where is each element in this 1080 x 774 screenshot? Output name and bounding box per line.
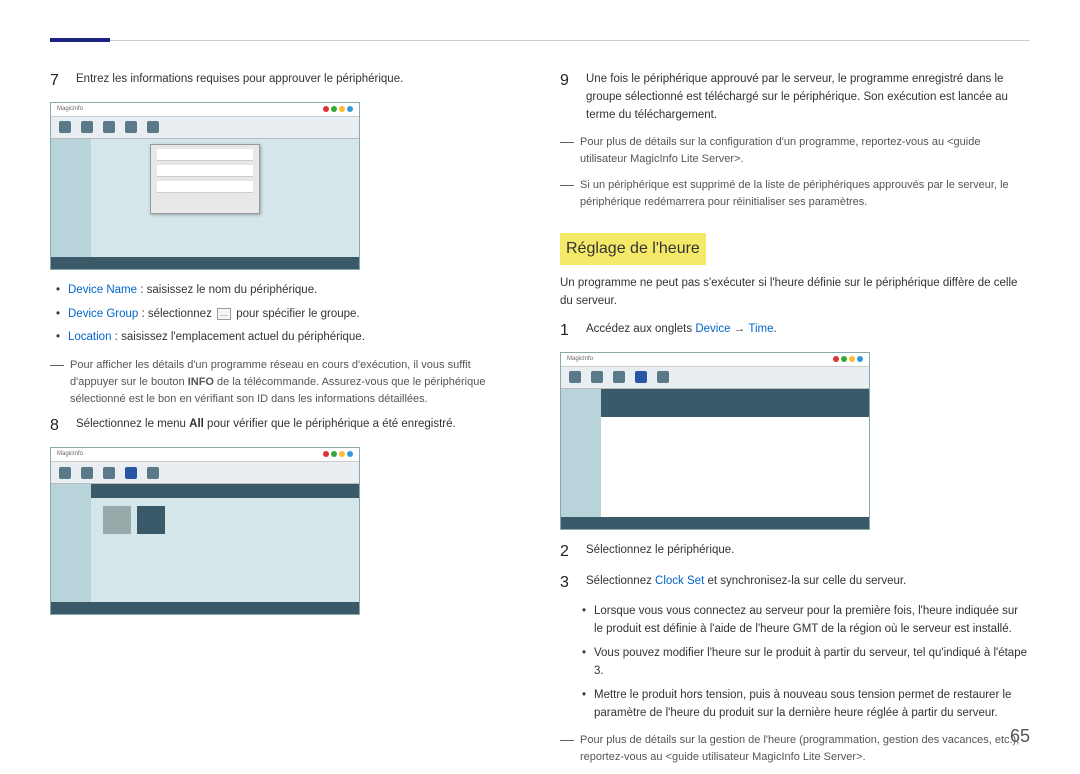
step-7: 7 Entrez les informations requises pour … [50,71,520,92]
note-text: Pour plus de détails sur la gestion de l… [580,732,1030,766]
step-number: 2 [560,542,574,563]
note-text: Pour afficher les détails d'un programme… [70,357,520,408]
note-dash-icon: ― [560,134,574,168]
right-column: 9 Une fois le périphérique approuvé par … [560,71,1030,774]
screenshot-all-menu: MagicInfo [50,447,360,615]
left-column: 7 Entrez les informations requises pour … [50,71,520,774]
note-info-button: ― Pour afficher les détails d'un program… [50,357,520,408]
note-time-management: ― Pour plus de détails sur la gestion de… [560,732,1030,766]
step-text: Sélectionnez le menu All pour vérifier q… [76,416,520,437]
step-9: 9 Une fois le périphérique approuvé par … [560,71,1030,124]
note-text: Pour plus de détails sur la configuratio… [580,134,1030,168]
step-1: 1 Accédez aux onglets Device → Time. [560,321,1030,342]
note-dash-icon: ― [560,732,574,766]
step-number: 3 [560,573,574,594]
note-dash-icon: ― [560,177,574,211]
bullet-power-cycle: Mettre le produit hors tension, puis à n… [580,687,1030,723]
section-intro: Un programme ne peut pas s'exécuter si l… [560,275,1030,311]
top-rule [50,40,1030,41]
bullet-first-connect: Lorsque vous vous connectez au serveur p… [580,603,1030,639]
time-notes: Lorsque vous vous connectez au serveur p… [560,603,1030,722]
step-text: Sélectionnez le périphérique. [586,542,1030,563]
note-dash-icon: ― [50,357,64,408]
note-text: Si un périphérique est supprimé de la li… [580,177,1030,211]
screenshot-device-time: MagicInfo [560,352,870,530]
manual-page: 7 Entrez les informations requises pour … [0,0,1080,763]
step-number: 7 [50,71,64,92]
note-device-removed: ― Si un périphérique est supprimé de la … [560,177,1030,211]
section-heading-time: Réglage de l'heure [560,233,706,266]
bullet-modify-time: Vous pouvez modifier l'heure sur le prod… [580,645,1030,681]
bullet-device-name: Device Name : saisissez le nom du périph… [54,282,520,300]
step-number: 8 [50,416,64,437]
step-text: Accédez aux onglets Device → Time. [586,321,1030,342]
two-column-layout: 7 Entrez les informations requises pour … [50,71,1030,774]
field-label: Device Name [68,284,137,296]
note-config-guide: ― Pour plus de détails sur la configurat… [560,134,1030,168]
bullet-device-group: Device Group : sélectionnez … pour spéci… [54,306,520,324]
step-text: Une fois le périphérique approuvé par le… [586,71,1030,124]
field-label: Device Group [68,308,138,320]
step-2: 2 Sélectionnez le périphérique. [560,542,1030,563]
page-number: 65 [1010,726,1030,747]
screenshot-approve-device: MagicInfo [50,102,360,270]
step-number: 1 [560,321,574,342]
step-3: 3 Sélectionnez Clock Set et synchronisez… [560,573,1030,594]
step-number: 9 [560,71,574,124]
top-accent [50,38,110,42]
step-text: Sélectionnez Clock Set et synchronisez-l… [586,573,1030,594]
step-8: 8 Sélectionnez le menu All pour vérifier… [50,416,520,437]
step-text: Entrez les informations requises pour ap… [76,71,520,92]
field-descriptions: Device Name : saisissez le nom du périph… [50,282,520,347]
bullet-location: Location : saisissez l'emplacement actue… [54,329,520,347]
field-label: Location [68,331,111,343]
browse-button-icon: … [217,308,231,320]
